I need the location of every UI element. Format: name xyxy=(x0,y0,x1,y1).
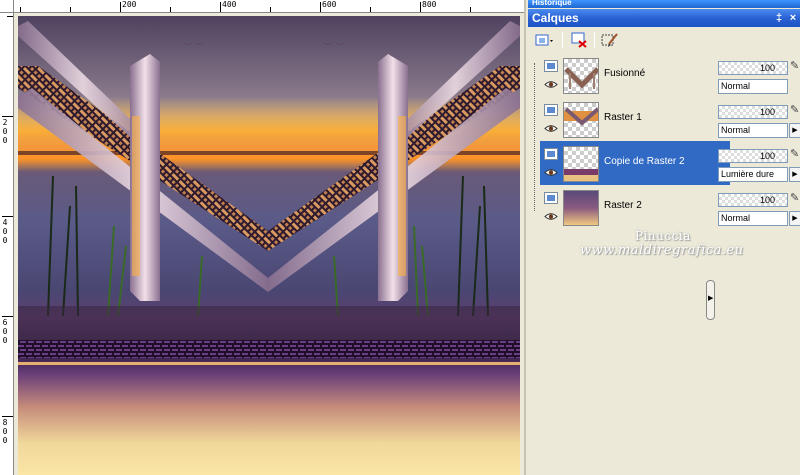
psp-window: 200 400 600 800 2 0 0 4 0 0 6 0 0 8 0 0 xyxy=(0,0,800,475)
pin-icon[interactable]: ‡ xyxy=(772,11,786,25)
svg-text:︶ ︶: ︶ ︶ xyxy=(138,22,159,33)
layer-thumbnail xyxy=(563,102,599,138)
layer-group-toggle-icon[interactable] xyxy=(544,60,558,72)
blend-mode-select[interactable]: Lumière dure xyxy=(718,167,788,182)
layer-row-raster-1[interactable]: Raster 1 xyxy=(540,97,730,141)
opacity-slider[interactable]: 100 xyxy=(718,149,788,163)
watermark: Pinuccia www.maldiregrafica.eu xyxy=(580,229,780,258)
opacity-slider[interactable]: 100 xyxy=(718,61,788,75)
svg-text:︶ ︶: ︶ ︶ xyxy=(183,42,204,53)
layer-type-icon xyxy=(544,192,558,204)
ruler-left-label: 4 xyxy=(2,218,8,227)
ruler-left-label: 2 xyxy=(2,118,8,127)
edit-icon[interactable]: ✎ xyxy=(790,103,800,119)
ruler-top-label: 400 xyxy=(222,0,237,9)
layer-name: Fusionné xyxy=(604,68,646,79)
svg-text:︶ ︶: ︶ ︶ xyxy=(323,42,344,53)
edit-selection-icon[interactable] xyxy=(600,31,620,49)
ruler-left-label: 0 xyxy=(2,227,8,236)
ruler-left: 2 0 0 4 0 0 6 0 0 8 0 0 xyxy=(0,13,14,475)
edit-icon[interactable]: ✎ xyxy=(790,191,800,207)
ruler-left-label: 0 xyxy=(2,136,8,145)
history-panel-title[interactable]: Historique xyxy=(528,0,800,8)
ruler-left-label: 0 xyxy=(2,127,8,136)
ruler-left-label: 0 xyxy=(2,427,8,436)
layer-type-icon xyxy=(544,148,558,160)
edit-icon[interactable]: ✎ xyxy=(790,147,800,163)
ruler-left-label: 0 xyxy=(2,336,8,345)
blend-mode-select[interactable]: Normal xyxy=(718,79,788,94)
blend-dropdown-arrow-icon[interactable]: ▶ xyxy=(789,123,800,138)
eye-icon[interactable] xyxy=(544,212,558,221)
blend-mode-select[interactable]: Normal xyxy=(718,211,788,226)
delete-layer-icon[interactable] xyxy=(570,31,590,49)
layer-props-row: 100 ✎ Normal ▶ xyxy=(716,185,800,229)
ruler-left-label: 6 xyxy=(2,318,8,327)
layer-row-raster-2[interactable]: Raster 2 xyxy=(540,185,730,229)
layer-thumbnail xyxy=(563,58,599,94)
watermark-author: Pinuccia xyxy=(635,229,691,243)
ruler-top-label: 200 xyxy=(122,0,137,9)
new-layer-icon[interactable] xyxy=(534,31,554,49)
ruler-top: 200 400 600 800 xyxy=(14,0,524,13)
layers-toolbar xyxy=(528,28,800,52)
layer-props-row: 100 ✎ Lumière dure ▶ xyxy=(716,141,800,185)
panel-titlebar[interactable]: Calques ‡ × xyxy=(528,9,800,27)
ruler-corner xyxy=(0,0,14,13)
eye-icon[interactable] xyxy=(544,80,558,89)
edit-icon[interactable]: ✎ xyxy=(790,59,800,75)
layer-name: Raster 1 xyxy=(604,112,642,123)
layers-list: Fusionné Raster 1 Copie de Raster 2 Rast… xyxy=(540,53,730,233)
canvas-area: 200 400 600 800 2 0 0 4 0 0 6 0 0 8 0 0 xyxy=(0,0,524,475)
layer-tree-line xyxy=(534,63,535,211)
opacity-value: 100 xyxy=(759,195,775,205)
opacity-value: 100 xyxy=(759,107,775,117)
blend-dropdown-arrow-icon[interactable]: ▶ xyxy=(789,211,800,226)
layer-name: Copie de Raster 2 xyxy=(604,156,685,167)
layer-row-copie-de-raster-2[interactable]: Copie de Raster 2 xyxy=(540,141,730,185)
close-icon[interactable]: × xyxy=(786,11,800,25)
blend-mode-select[interactable]: Normal xyxy=(718,123,788,138)
opacity-slider[interactable]: 100 xyxy=(718,105,788,119)
layer-props-row: 100 ✎ Normal ▶ xyxy=(716,97,800,141)
panel-title: Calques xyxy=(532,11,579,25)
watermark-url: www.maldiregrafica.eu xyxy=(580,243,744,258)
ruler-top-label: 600 xyxy=(322,0,337,9)
ruler-left-label: 0 xyxy=(2,436,8,445)
opacity-value: 100 xyxy=(759,63,775,73)
eye-icon[interactable] xyxy=(544,168,558,177)
eye-icon[interactable] xyxy=(544,124,558,133)
opacity-slider[interactable]: 100 xyxy=(718,193,788,207)
layer-type-icon xyxy=(544,104,558,116)
image-canvas[interactable]: ︶ ︶ ︶ ︶ ︶ ︶ xyxy=(18,16,520,475)
artwork: ︶ ︶ ︶ ︶ ︶ ︶ xyxy=(18,21,520,365)
ruler-left-label: 0 xyxy=(2,236,8,245)
blend-dropdown-arrow-icon[interactable]: ▶ xyxy=(789,167,800,182)
ruler-left-label: 8 xyxy=(2,418,8,427)
layer-row-fusionne[interactable]: Fusionné xyxy=(540,53,730,97)
ruler-top-label: 800 xyxy=(422,0,437,9)
layer-properties: 100 ✎ Normal 100 ✎ Normal ▶ 100 ✎ Lumièr… xyxy=(714,53,800,475)
layer-thumbnail xyxy=(563,146,599,182)
ruler-left-label: 0 xyxy=(2,327,8,336)
opacity-value: 100 xyxy=(759,151,775,161)
layer-name: Raster 2 xyxy=(604,200,642,211)
layer-thumbnail xyxy=(563,190,599,226)
layer-props-row: 100 ✎ Normal xyxy=(716,53,800,97)
